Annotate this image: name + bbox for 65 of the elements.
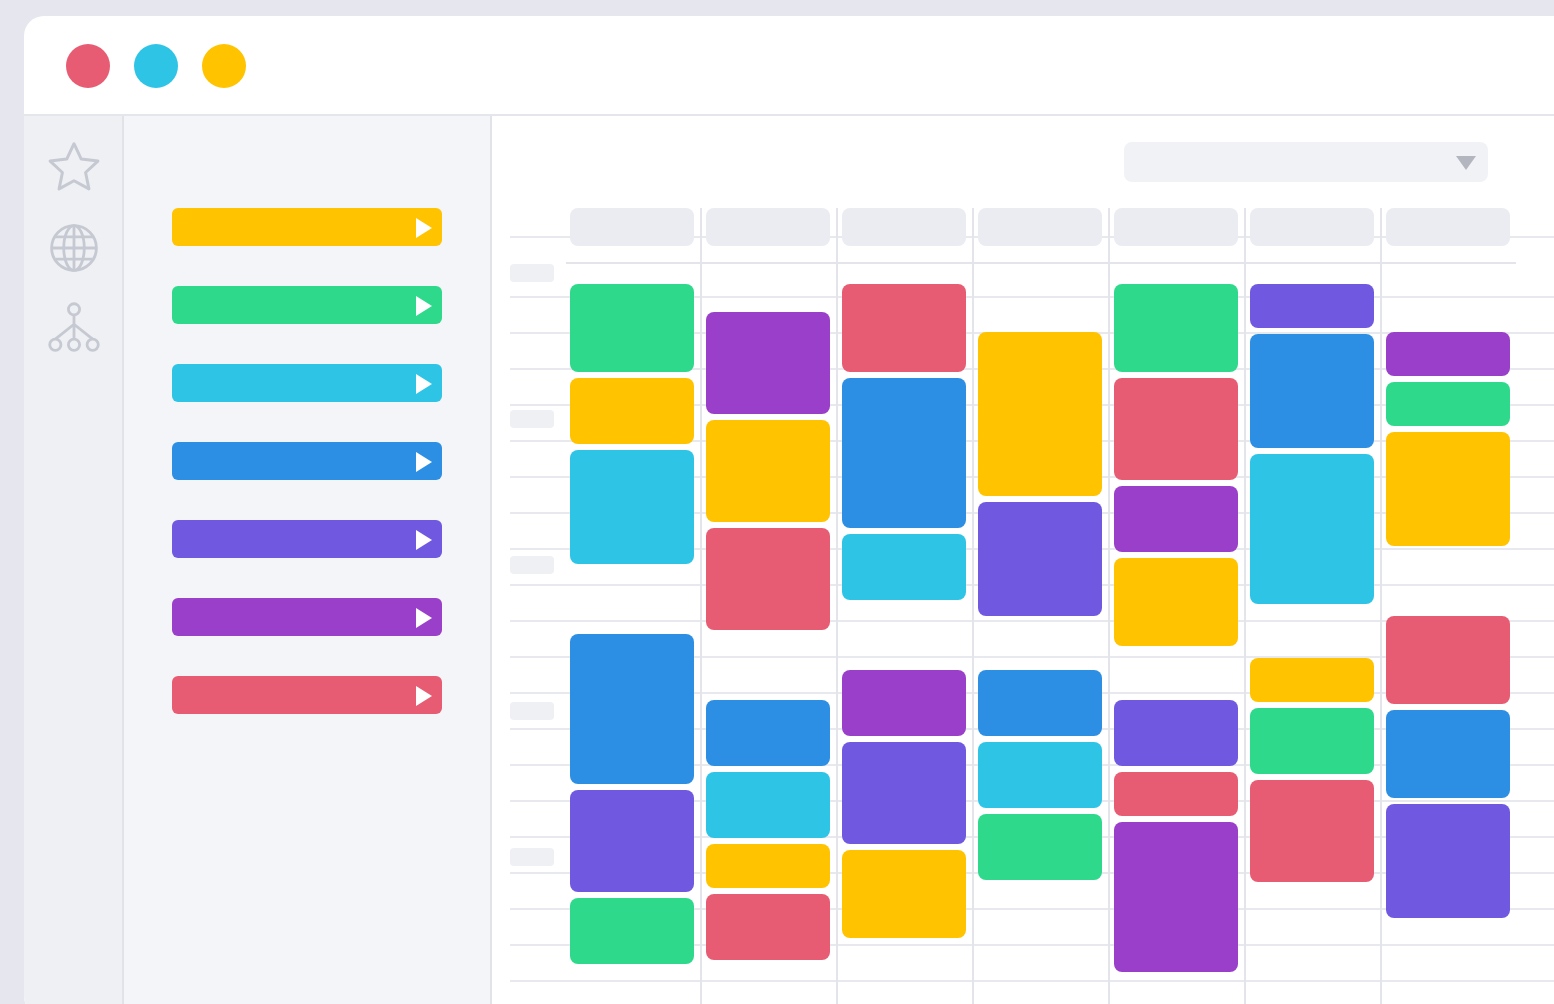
event-block[interactable]	[1114, 700, 1238, 766]
event-block[interactable]	[842, 850, 966, 938]
event-block[interactable]	[1386, 332, 1510, 376]
category-bar[interactable]	[172, 208, 442, 246]
event-block[interactable]	[1250, 454, 1374, 604]
play-icon	[416, 217, 432, 237]
event-block[interactable]	[1114, 558, 1238, 646]
event-block[interactable]	[570, 284, 694, 372]
event-block[interactable]	[706, 700, 830, 766]
dropdown-field[interactable]	[1124, 142, 1488, 182]
event-block[interactable]	[842, 534, 966, 600]
star-icon[interactable]	[45, 140, 101, 196]
category-bar[interactable]	[172, 286, 442, 324]
network-icon[interactable]	[45, 300, 101, 356]
event-block[interactable]	[1250, 780, 1374, 882]
play-icon	[416, 607, 432, 627]
window-button[interactable]	[66, 43, 110, 87]
event-block[interactable]	[1250, 708, 1374, 774]
event-block[interactable]	[1250, 284, 1374, 328]
category-bar[interactable]	[172, 364, 442, 402]
event-block[interactable]	[978, 814, 1102, 880]
event-block[interactable]	[842, 670, 966, 736]
event-block[interactable]	[1386, 804, 1510, 918]
event-block[interactable]	[570, 898, 694, 964]
event-block[interactable]	[706, 844, 830, 888]
window-button[interactable]	[134, 43, 178, 87]
event-block[interactable]	[706, 312, 830, 414]
event-block[interactable]	[978, 332, 1102, 496]
event-block[interactable]	[1250, 334, 1374, 448]
event-block[interactable]	[706, 528, 830, 630]
category-bar[interactable]	[172, 676, 442, 714]
event-block[interactable]	[1114, 284, 1238, 372]
event-block[interactable]	[570, 790, 694, 892]
category-bar[interactable]	[172, 520, 442, 558]
event-block[interactable]	[1250, 658, 1374, 702]
play-icon	[416, 685, 432, 705]
event-block[interactable]	[1386, 710, 1510, 798]
event-block[interactable]	[706, 772, 830, 838]
event-block[interactable]	[978, 742, 1102, 808]
event-block[interactable]	[978, 502, 1102, 616]
play-icon	[416, 451, 432, 471]
event-block[interactable]	[978, 670, 1102, 736]
event-block[interactable]	[1114, 486, 1238, 552]
event-block[interactable]	[1114, 822, 1238, 972]
category-bar[interactable]	[172, 598, 442, 636]
event-block[interactable]	[1386, 616, 1510, 704]
event-block[interactable]	[570, 634, 694, 784]
event-block[interactable]	[706, 420, 830, 522]
play-icon	[416, 373, 432, 393]
event-block[interactable]	[1114, 772, 1238, 816]
event-block[interactable]	[842, 378, 966, 528]
event-block[interactable]	[706, 894, 830, 960]
caret-icon	[1456, 155, 1476, 169]
play-icon	[416, 295, 432, 315]
event-block[interactable]	[570, 450, 694, 564]
event-block[interactable]	[1114, 378, 1238, 480]
window-button[interactable]	[202, 43, 246, 87]
event-block[interactable]	[1386, 382, 1510, 426]
category-bar[interactable]	[172, 442, 442, 480]
globe-icon[interactable]	[45, 220, 101, 276]
event-block[interactable]	[570, 378, 694, 444]
event-block[interactable]	[842, 284, 966, 372]
event-block[interactable]	[1386, 432, 1510, 546]
event-block[interactable]	[842, 742, 966, 844]
play-icon	[416, 529, 432, 549]
